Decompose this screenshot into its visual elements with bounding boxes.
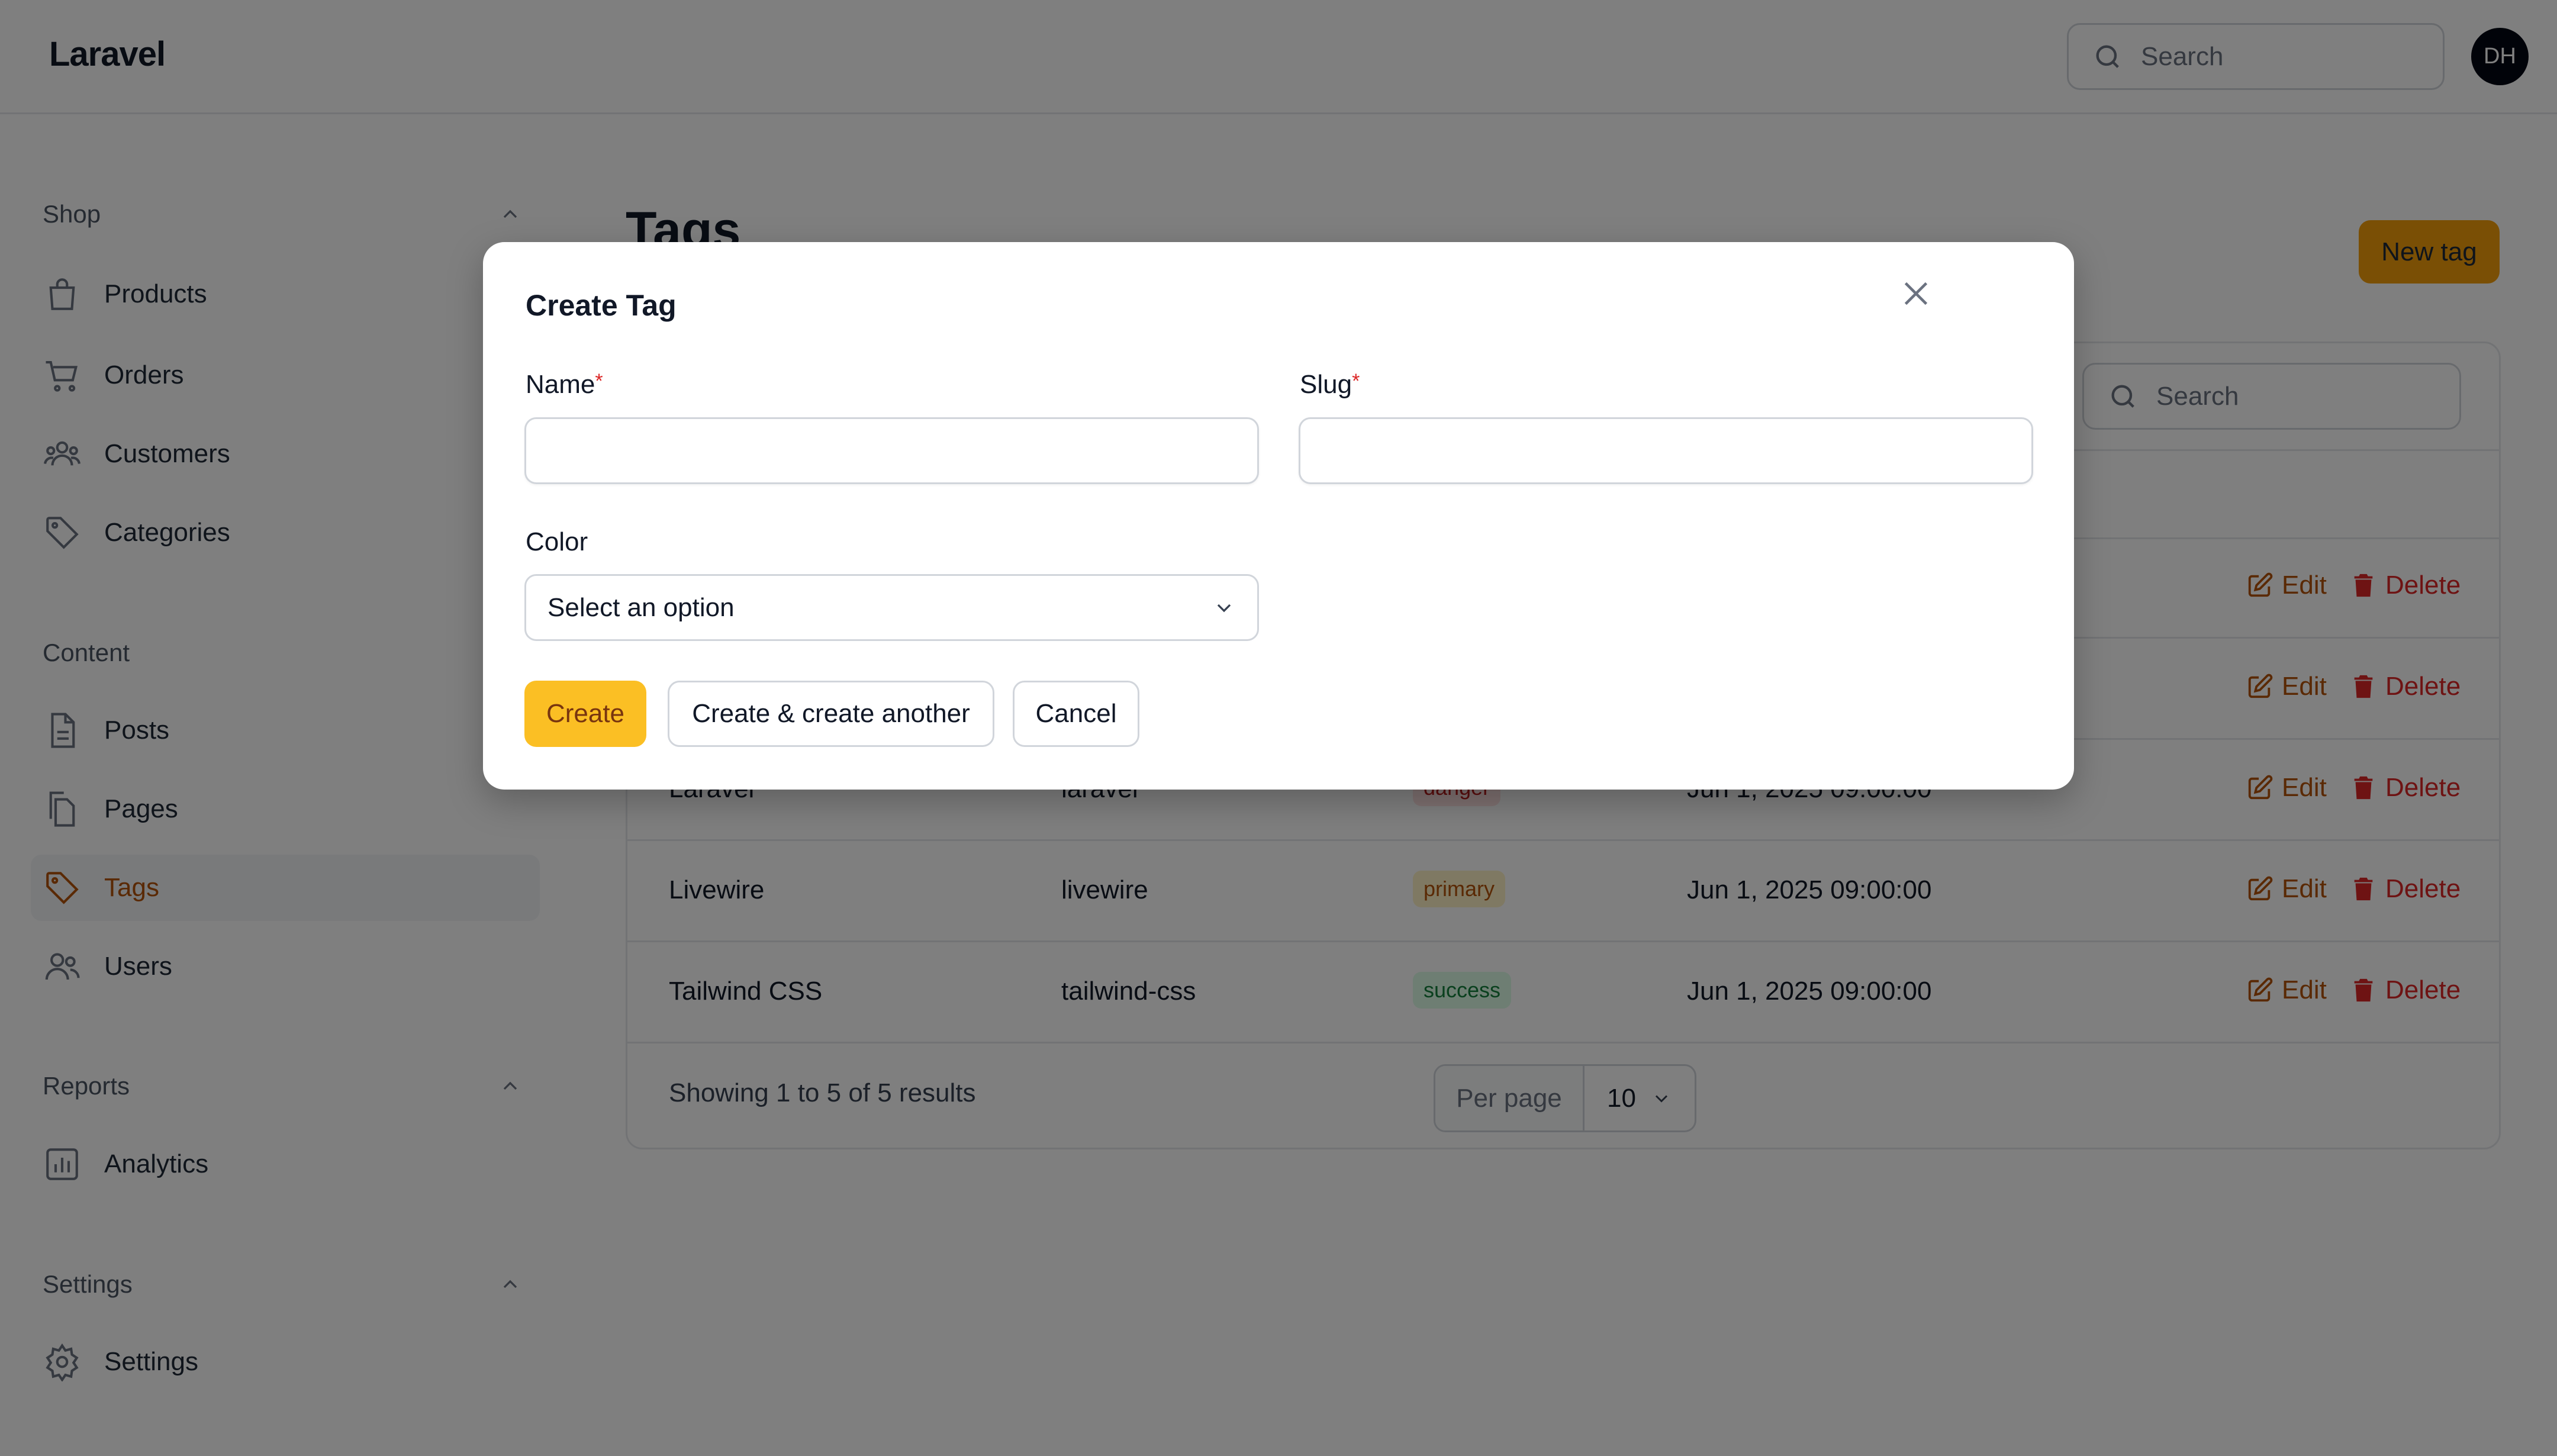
color-select[interactable]: Select an option bbox=[524, 574, 1259, 641]
name-field-label: Name* bbox=[526, 370, 603, 399]
close-icon[interactable] bbox=[1895, 273, 1937, 314]
create-another-button[interactable]: Create & create another bbox=[668, 681, 994, 747]
name-input[interactable] bbox=[524, 417, 1259, 484]
create-tag-modal: Create Tag Name* Slug* Color Select an o… bbox=[483, 242, 2074, 790]
color-field-label: Color bbox=[526, 527, 588, 556]
create-button[interactable]: Create bbox=[524, 681, 646, 747]
color-select-value: Select an option bbox=[548, 592, 735, 622]
modal-title: Create Tag bbox=[526, 289, 677, 322]
slug-input[interactable] bbox=[1299, 417, 2033, 484]
required-mark: * bbox=[595, 370, 603, 392]
cancel-button[interactable]: Cancel bbox=[1013, 681, 1139, 747]
chevron-down-icon bbox=[1217, 604, 1231, 612]
required-mark: * bbox=[1352, 370, 1360, 392]
slug-field-label: Slug* bbox=[1300, 370, 1360, 399]
